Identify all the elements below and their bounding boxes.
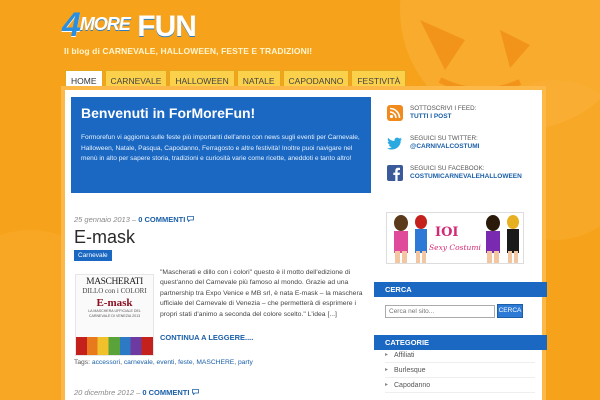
site-logo[interactable]: 4MORE FUN — [62, 6, 197, 45]
post-meta-separator: – — [129, 215, 139, 224]
rss-feed-icon — [387, 105, 403, 121]
nav-item-capodanno[interactable]: CAPODANNO — [282, 70, 350, 90]
category-item-burlesque[interactable]: Burlesque — [385, 363, 535, 378]
comment-bubble-icon — [191, 389, 199, 396]
facebook-label: SEGUICI SU FACEBOOK: — [410, 165, 485, 172]
post2-meta: 20 dicembre 2012 – 0 COMMENTI — [74, 388, 199, 397]
post-title[interactable]: E-mask — [74, 227, 135, 248]
nav-item-halloween[interactable]: HALLOWEEN — [169, 70, 235, 90]
social-feed[interactable]: SOTTOSCRIVI I FEED: TUTTI I POST — [387, 100, 537, 126]
search-widget-title: CERCA — [374, 282, 547, 297]
thumb-caption: LA MASCHERA UFFICIALE DEL CARNEVALE DI V… — [88, 309, 141, 318]
twitter-label: SEGUICI SU TWITTER: — [410, 135, 478, 142]
category-item-affiliati[interactable]: Affiliati — [385, 348, 535, 363]
logo-more: MORE — [79, 14, 131, 34]
social-twitter[interactable]: SEGUICI SU TWITTER: @CARNIVALCOSTUMI — [387, 130, 537, 156]
social-facebook[interactable]: SEGUICI SU FACEBOOK: COSTUMICARNEVALEHALL… — [387, 160, 537, 186]
post-category-badge[interactable]: Carnevale — [74, 250, 112, 261]
logo-four: 4 — [62, 6, 81, 44]
post-date: 25 gennaio 2013 — [74, 215, 130, 224]
post-thumbnail[interactable]: MASCHERATI DILLO con i COLORI E-mask LA … — [75, 274, 154, 356]
category-list: Affiliati Burlesque Capodanno — [385, 348, 535, 393]
post-comments-link[interactable]: 0 COMMENTI — [138, 215, 185, 224]
tag-link[interactable]: carnevale — [124, 359, 153, 366]
nav-item-carnevale[interactable]: CARNEVALE — [104, 70, 168, 90]
post2-date: 20 dicembre 2012 — [74, 388, 135, 397]
twitter-bird-icon — [387, 135, 403, 151]
main-nav: HOME CARNEVALE HALLOWEEN NATALE CAPODANN… — [65, 70, 407, 90]
ad-brand: IOI — [435, 225, 459, 240]
tag-link[interactable]: accessori — [92, 359, 120, 366]
tags-label: Tags: — [74, 359, 92, 366]
tag-link[interactable]: feste — [178, 359, 193, 366]
tag-link[interactable]: party — [238, 359, 253, 366]
read-more-link[interactable]: CONTINUA A LEGGERE.... — [160, 333, 253, 342]
post-tags: Tags: accessori, carnevale, eventi, fest… — [74, 359, 253, 366]
sponsor-ad-banner[interactable]: IOI Sexy Costumi — [386, 212, 524, 264]
facebook-icon — [387, 165, 403, 181]
nav-item-home[interactable]: HOME — [65, 70, 103, 90]
ad-tagline: Sexy Costumi — [429, 243, 481, 252]
social-links: SOTTOSCRIVI I FEED: TUTTI I POST SEGUICI … — [387, 100, 537, 190]
page-content: Benvenuti in ForMoreFun! Formorefun vi a… — [65, 90, 547, 400]
thumb-color-stripes — [76, 337, 153, 355]
nav-item-natale[interactable]: NATALE — [236, 70, 281, 90]
nav-item-festivita[interactable]: FESTIVITÀ — [351, 70, 407, 90]
welcome-box: Benvenuti in ForMoreFun! Formorefun vi a… — [71, 97, 371, 193]
search-input[interactable] — [385, 305, 495, 318]
search-button[interactable]: CERCA — [497, 304, 523, 318]
post-meta: 25 gennaio 2013 – 0 COMMENTI — [74, 215, 195, 224]
logo-fun: FUN — [137, 10, 197, 43]
feed-label: SOTTOSCRIVI I FEED: — [410, 105, 477, 112]
thumb-title: MASCHERATI — [86, 277, 143, 287]
welcome-text: Formorefun vi aggiorna sulle feste più i… — [81, 134, 360, 162]
tag-link[interactable]: MASCHERE — [196, 359, 234, 366]
feed-link[interactable]: TUTTI I POST — [410, 113, 476, 121]
twitter-link[interactable]: @CARNIVALCOSTUMI — [410, 143, 479, 151]
welcome-title: Benvenuti in ForMoreFun! — [81, 105, 256, 121]
thumb-subtitle: DILLO con i COLORI — [82, 287, 147, 295]
post2-comments-link[interactable]: 0 COMMENTI — [142, 388, 189, 397]
tag-link[interactable]: eventi — [157, 359, 175, 366]
comment-bubble-icon — [187, 216, 195, 223]
post-excerpt: "Mascherati e dillo con i colori" questo… — [160, 269, 363, 318]
category-item-capodanno[interactable]: Capodanno — [385, 378, 535, 393]
site-tagline: Il blog di CARNEVALE, HALLOWEEN, FESTE E… — [64, 46, 313, 56]
thumb-brand: E-mask — [96, 297, 133, 309]
facebook-link[interactable]: COSTUMICARNEVALEHALLOWEEN — [410, 173, 522, 181]
